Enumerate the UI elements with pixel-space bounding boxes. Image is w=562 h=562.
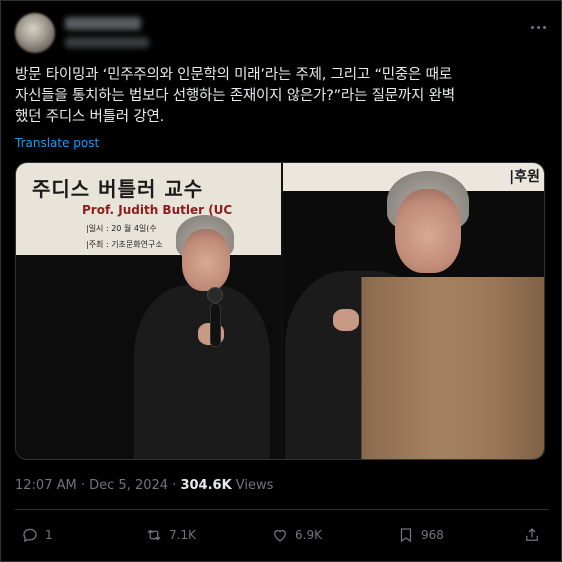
reply-count: 1 (45, 528, 53, 542)
share-icon (526, 528, 538, 541)
like-button[interactable]: 6.9K (271, 521, 322, 549)
divider (15, 509, 549, 510)
tweet-text-line-3: 했던 주디스 버틀러 강연. (15, 109, 165, 125)
media-grid: 주디스 버틀러 교수 Prof. Judith Butler (UC |일시 :… (15, 162, 545, 460)
event-banner: 주디스 버틀러 교수 Prof. Judith Butler (UC |일시 :… (16, 163, 281, 255)
speaker-face-right (395, 189, 461, 273)
repost-count: 7.1K (169, 528, 196, 542)
photo-speaker-at-podium[interactable]: |후원 (283, 163, 544, 459)
speaker-face (182, 229, 230, 291)
banner-sponsor-text: |후원 (509, 169, 540, 185)
tweet-metadata: 12:07 AM · Dec 5, 2024 · 304.6K Views (15, 478, 273, 493)
translate-post-link[interactable]: Translate post (15, 136, 99, 150)
tweet-card: 방문 타이밍과 ‘민주주의와 인문학의 미래’라는 주제, 그리고 “민중은 때… (0, 0, 562, 562)
action-bar: 1 7.1K 6.9K 968 (15, 521, 549, 549)
tweet-time[interactable]: 12:07 AM (15, 478, 77, 493)
reply-icon (23, 528, 37, 543)
banner-title: 주디스 버틀러 교수 (32, 177, 204, 201)
banner-host-line: |주최 : 기초문화연구소 (86, 240, 163, 249)
meta-separator: · (168, 478, 181, 493)
tweet-text-line-2: 자신들을 통치하는 법보다 선행하는 존재이지 않은가?”라는 질문까지 완벽 (15, 88, 455, 104)
views-label: Views (231, 478, 274, 493)
tweet-header (15, 13, 549, 53)
views-count[interactable]: 304.6K (180, 478, 231, 493)
banner-date-line: |일시 : 20 월 4일(수 (86, 224, 157, 233)
tweet-text-line-1: 방문 타이밍과 ‘민주주의와 인문학의 미래’라는 주제, 그리고 “민중은 때… (15, 67, 452, 83)
heart-icon (274, 529, 286, 542)
share-button[interactable] (523, 521, 541, 549)
author-name-blurred[interactable] (65, 17, 141, 30)
speaker-hand-right (333, 309, 359, 331)
author-handle-blurred[interactable] (65, 37, 149, 48)
microphone (210, 303, 221, 347)
more-options-icon[interactable] (527, 17, 549, 37)
tweet-date[interactable]: Dec 5, 2024 (89, 478, 168, 493)
repost-icon (147, 529, 161, 541)
bookmark-count: 968 (421, 528, 444, 542)
reply-button[interactable]: 1 (21, 521, 53, 549)
bookmark-button[interactable]: 968 (397, 521, 444, 549)
repost-button[interactable]: 7.1K (145, 521, 196, 549)
photo-speaker-with-mic[interactable]: 주디스 버틀러 교수 Prof. Judith Butler (UC |일시 :… (16, 163, 281, 459)
bookmark-icon (400, 528, 412, 543)
speaker-body (134, 285, 270, 459)
microphone-head (207, 287, 223, 303)
tweet-text: 방문 타이밍과 ‘민주주의와 인문학의 미래’라는 주제, 그리고 “민중은 때… (15, 65, 549, 128)
like-count: 6.9K (295, 528, 322, 542)
avatar[interactable] (15, 13, 55, 53)
podium (361, 277, 544, 459)
meta-separator: · (76, 478, 90, 493)
